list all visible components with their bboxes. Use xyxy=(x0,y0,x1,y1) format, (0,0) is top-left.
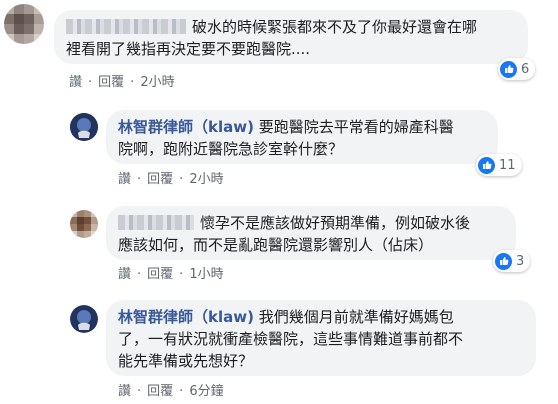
timestamp[interactable]: 2小時 xyxy=(140,75,174,90)
avatar[interactable] xyxy=(70,113,98,141)
avatar[interactable] xyxy=(70,305,98,333)
like-link[interactable]: 讚 xyxy=(118,172,131,187)
like-icon xyxy=(500,60,517,78)
like-link[interactable]: 讚 xyxy=(118,267,131,282)
reply-link[interactable]: 回覆 xyxy=(147,384,173,399)
reply-link[interactable]: 回覆 xyxy=(98,75,124,90)
redacted-author-name[interactable] xyxy=(118,215,194,230)
reaction-count[interactable]: 11 xyxy=(476,154,522,176)
timestamp[interactable]: 6分鐘 xyxy=(189,384,223,399)
redacted-author-name[interactable] xyxy=(66,19,186,34)
avatar-image xyxy=(70,113,98,141)
comment-bubble: 林智群律師（klaw) 我們幾個月前就準備好媽媽包 了，一有狀況就衝產檢醫院，這… xyxy=(106,300,536,376)
author-name[interactable]: 林智群律師（klaw) xyxy=(118,308,254,326)
comment-actions: 讚 · 回覆 · 6分鐘 xyxy=(118,384,224,399)
avatar-image xyxy=(70,305,98,333)
reaction-count[interactable]: 6 xyxy=(498,58,536,80)
avatar[interactable] xyxy=(4,4,44,44)
comment-line: 破水的時候緊張都來不及了你最好還會在哪 xyxy=(66,16,516,38)
timestamp[interactable]: 2小時 xyxy=(189,172,223,187)
reply-link[interactable]: 回覆 xyxy=(147,267,173,282)
comment-bubble: 懷孕不是應該做好預期準備，例如破水後 應該如何，而不是亂跑醫院還影響別人（佔床） xyxy=(106,206,516,260)
comment-bubble: 林智群律師（klaw) 要跑醫院去平常看的婦產科醫 院啊，跑附近醫院急診室幹什麼… xyxy=(106,110,498,164)
reaction-count[interactable]: 3 xyxy=(493,250,531,272)
comment-line: 裡看開了幾指再決定要不要跑醫院.... xyxy=(66,40,311,58)
like-link[interactable]: 讚 xyxy=(69,75,82,90)
like-icon xyxy=(478,156,495,174)
like-link[interactable]: 讚 xyxy=(118,384,131,399)
comment-actions: 讚 · 回覆 · 2小時 xyxy=(69,75,175,90)
comment-actions: 讚 · 回覆 · 1小時 xyxy=(118,267,224,282)
like-icon xyxy=(495,252,512,270)
comment-actions: 讚 · 回覆 · 2小時 xyxy=(118,172,224,187)
timestamp[interactable]: 1小時 xyxy=(189,267,223,282)
comment-bubble: 破水的時候緊張都來不及了你最好還會在哪 裡看開了幾指再決定要不要跑醫院.... xyxy=(54,10,528,64)
reply-link[interactable]: 回覆 xyxy=(147,172,173,187)
avatar[interactable] xyxy=(70,210,98,238)
author-name[interactable]: 林智群律師（klaw) xyxy=(118,118,254,136)
